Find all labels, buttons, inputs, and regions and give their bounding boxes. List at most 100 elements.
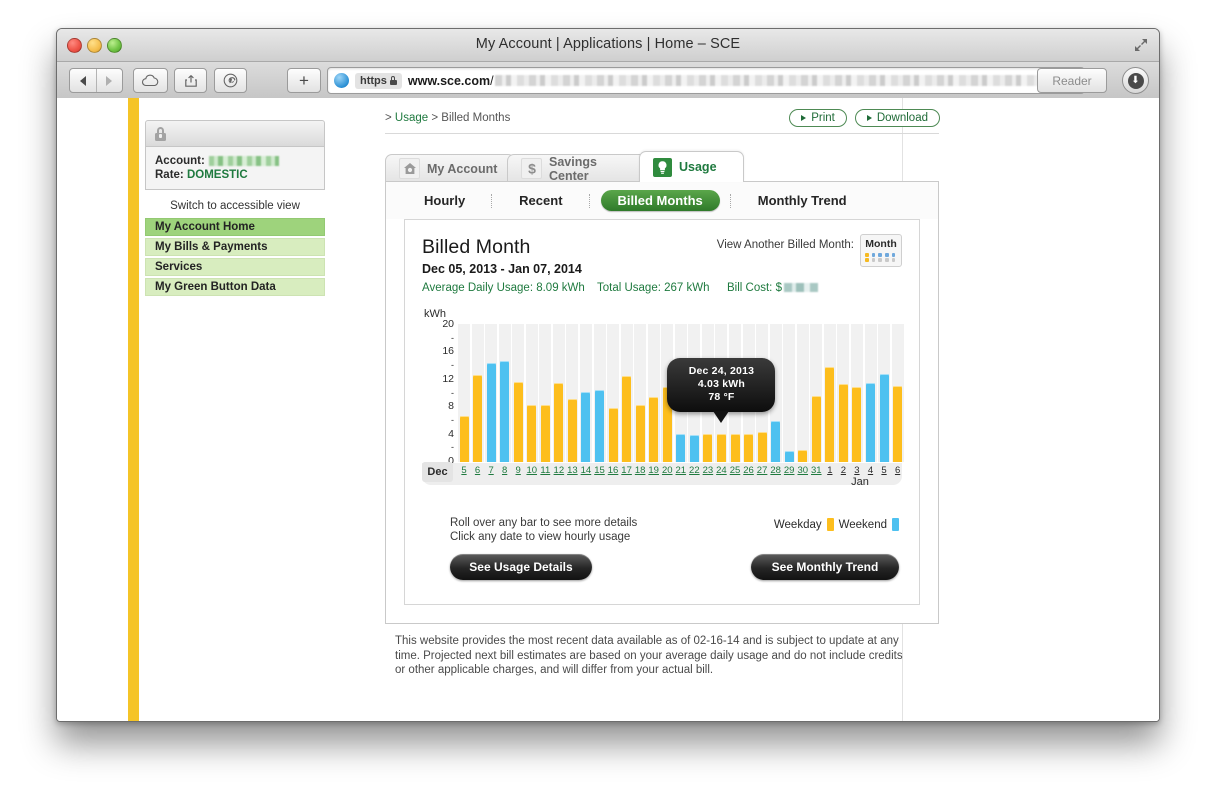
chart-bar[interactable] <box>757 432 767 462</box>
chart-bar[interactable] <box>527 405 537 462</box>
breadcrumb-link-usage[interactable]: Usage <box>395 112 428 124</box>
x-axis-date-link[interactable]: 29 <box>782 465 796 476</box>
x-axis-date-link[interactable]: 3 <box>850 465 864 476</box>
x-axis-date-link[interactable]: 4 <box>864 465 878 476</box>
download-button[interactable]: Download <box>854 109 940 127</box>
fullscreen-icon[interactable] <box>1133 37 1149 53</box>
chart-bar[interactable] <box>798 449 808 462</box>
chart-bar[interactable] <box>649 397 659 462</box>
x-axis-date-link[interactable]: 27 <box>755 465 769 476</box>
see-monthly-trend-button[interactable]: See Monthly Trend <box>751 554 899 580</box>
new-tab-button[interactable]: + <box>287 68 321 93</box>
sidebar-item-green-button-data[interactable]: My Green Button Data <box>145 278 325 296</box>
chart-bar[interactable] <box>459 415 469 462</box>
x-axis-date-link[interactable]: 10 <box>525 465 539 476</box>
chart-bar[interactable] <box>486 363 496 462</box>
chart-bar[interactable] <box>893 386 903 462</box>
plus-icon: + <box>299 71 309 90</box>
x-axis-date-link[interactable]: 17 <box>620 465 634 476</box>
chart-bar[interactable] <box>595 389 604 462</box>
chart-bar[interactable] <box>581 391 591 462</box>
x-axis-date-link[interactable]: 16 <box>606 465 620 476</box>
x-axis-date-link[interactable]: 9 <box>511 465 525 476</box>
billed-month-card: Billed Month Dec 05, 2013 - Jan 07, 2014… <box>404 219 920 605</box>
chart-bar[interactable] <box>513 381 523 462</box>
subtab-billed-months[interactable]: Billed Months <box>600 190 720 211</box>
x-axis-date-link[interactable]: 6 <box>471 465 485 476</box>
share-icon[interactable] <box>174 68 207 93</box>
subtab-label: Hourly <box>424 193 466 208</box>
print-label: Print <box>811 112 835 124</box>
x-axis-date-link[interactable]: 14 <box>579 465 593 476</box>
x-axis-date-link[interactable]: 19 <box>647 465 661 476</box>
print-button[interactable]: Print <box>789 109 847 127</box>
x-axis-date-link[interactable]: 31 <box>809 465 823 476</box>
navigation-buttons[interactable] <box>69 68 123 93</box>
tab-savings-center[interactable]: $ Savings Center <box>507 154 647 183</box>
chart-bar[interactable] <box>689 435 699 462</box>
reader-button[interactable]: Reader <box>1037 68 1107 93</box>
subtab-recent[interactable]: Recent <box>503 193 578 208</box>
x-axis-date-link[interactable]: 25 <box>728 465 742 476</box>
chart-bar[interactable] <box>703 434 713 462</box>
chart-bar[interactable] <box>825 367 835 462</box>
chart-bar[interactable] <box>838 384 848 462</box>
x-axis-date-link[interactable]: 21 <box>674 465 688 476</box>
x-axis-date-link[interactable]: 12 <box>552 465 566 476</box>
sidebar-item-services[interactable]: Services <box>145 258 325 276</box>
window-title: My Account | Applications | Home – SCE <box>475 36 741 52</box>
chart-bar[interactable] <box>730 433 740 462</box>
x-axis-date-link[interactable]: 18 <box>633 465 647 476</box>
icloud-tabs-icon[interactable] <box>133 68 168 93</box>
chart-bar[interactable] <box>866 382 875 462</box>
chart-bar[interactable] <box>608 408 618 462</box>
x-axis-date-link[interactable]: 5 <box>877 465 891 476</box>
x-axis-date-link[interactable]: 13 <box>565 465 579 476</box>
x-axis-date-link[interactable]: 8 <box>498 465 512 476</box>
chart-bar[interactable] <box>676 433 686 462</box>
x-axis-date-link[interactable]: 30 <box>796 465 810 476</box>
x-axis-date-link[interactable]: 24 <box>714 465 728 476</box>
chart-bar[interactable] <box>622 376 632 462</box>
chart-bar[interactable] <box>635 404 645 462</box>
see-usage-details-button[interactable]: See Usage Details <box>450 554 592 580</box>
forward-button[interactable] <box>95 69 123 92</box>
chart-bar[interactable] <box>771 420 781 462</box>
x-axis-date-link[interactable]: 15 <box>593 465 607 476</box>
y-axis-tick-label: 20 <box>442 318 454 330</box>
chart-bar[interactable] <box>540 405 550 462</box>
x-axis-date-link[interactable]: 11 <box>538 465 552 476</box>
x-axis-date-link[interactable]: 6 <box>891 465 905 476</box>
tab-my-account[interactable]: My Account <box>385 154 515 182</box>
x-axis-date-link[interactable]: 2 <box>836 465 850 476</box>
x-axis-date-link[interactable]: 22 <box>687 465 701 476</box>
x-axis-date-link[interactable]: 7 <box>484 465 498 476</box>
address-bar[interactable]: https www.sce.com / ⟳ <box>327 67 1085 94</box>
x-axis-date-link[interactable]: 23 <box>701 465 715 476</box>
tab-usage[interactable]: Usage <box>639 151 744 182</box>
x-axis-date-link[interactable]: 26 <box>742 465 756 476</box>
chart-bar[interactable] <box>852 386 862 462</box>
chart-bar[interactable] <box>473 375 483 462</box>
chart-bar[interactable] <box>744 433 754 462</box>
x-axis-date-link[interactable]: 5 <box>457 465 471 476</box>
x-axis-date-link[interactable]: 20 <box>660 465 674 476</box>
sidebar-item-my-account-home[interactable]: My Account Home <box>145 218 325 236</box>
x-axis-date-link[interactable]: 1 <box>823 465 837 476</box>
downloads-button[interactable]: ⬇ <box>1122 67 1149 94</box>
subtab-hourly[interactable]: Hourly <box>408 193 481 208</box>
chart-bar[interactable] <box>500 360 510 462</box>
switch-accessible-view-link[interactable]: Switch to accessible view <box>145 200 325 212</box>
chart-bar[interactable] <box>716 434 726 462</box>
chart-bar[interactable] <box>784 450 794 462</box>
subtab-monthly-trend[interactable]: Monthly Trend <box>742 193 863 208</box>
chart-bar[interactable] <box>567 399 577 462</box>
month-picker-button[interactable]: Month <box>860 234 902 267</box>
chart-bar[interactable] <box>811 396 821 462</box>
chart-bar[interactable] <box>554 382 564 462</box>
sidebar-item-my-bills-payments[interactable]: My Bills & Payments <box>145 238 325 256</box>
chart-bar[interactable] <box>879 374 889 462</box>
pinterest-icon[interactable] <box>214 68 247 93</box>
back-button[interactable] <box>70 69 96 92</box>
x-axis-date-link[interactable]: 28 <box>769 465 783 476</box>
